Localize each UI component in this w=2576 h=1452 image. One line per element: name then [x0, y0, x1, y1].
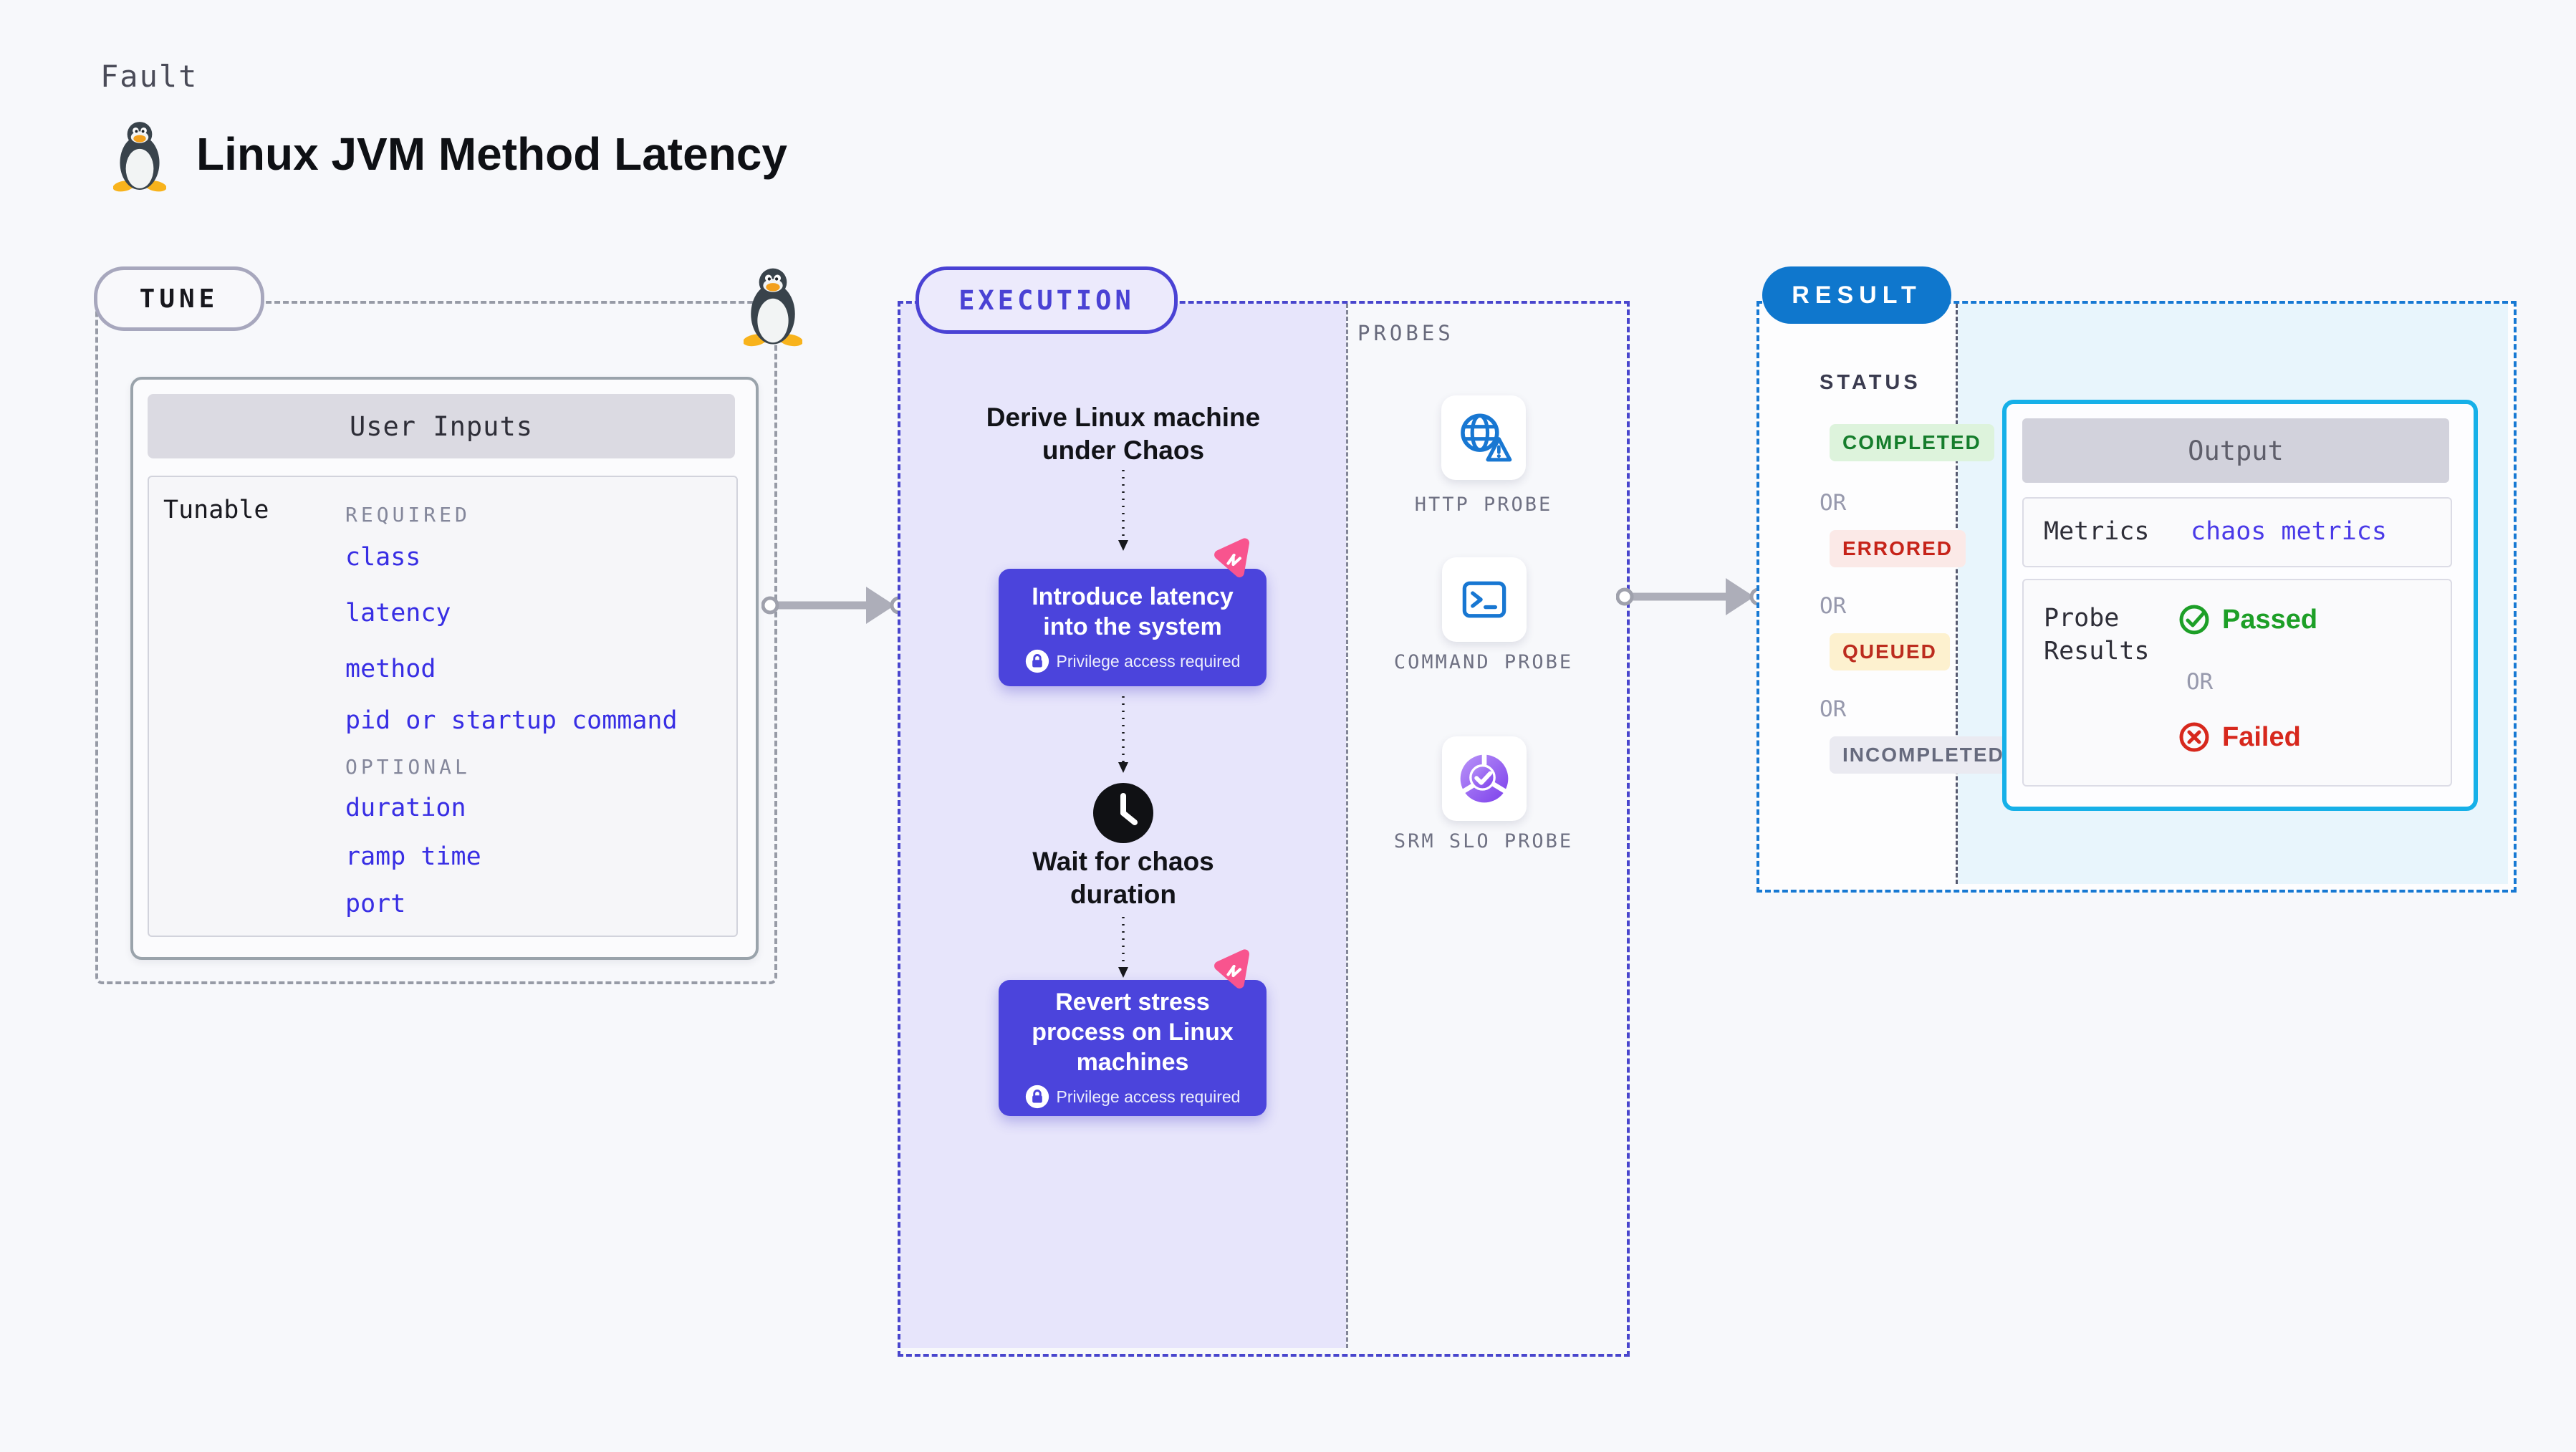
user-inputs-title: User Inputs — [148, 394, 735, 458]
tunable-item: ramp time — [345, 842, 481, 871]
privilege-note-row: Privilege access required — [1025, 1085, 1241, 1109]
tunable-item: latency — [345, 599, 451, 628]
step-title: Introduce latency into the system — [1032, 583, 1234, 640]
tunable-item: duration — [345, 794, 466, 822]
fault-kicker: Fault — [100, 59, 198, 94]
status-divider — [1956, 304, 1958, 884]
tunable-item: class — [345, 543, 421, 572]
optional-column-header: OPTIONAL — [345, 755, 471, 779]
tux-penguin-icon — [744, 268, 802, 347]
x-circle-icon — [2179, 722, 2209, 752]
command-probe-card — [1442, 557, 1527, 642]
wait-step-label: Wait for chaos duration — [1032, 847, 1214, 909]
lock-icon — [1025, 1085, 1049, 1109]
tunable-item: port — [345, 890, 406, 918]
or-separator: OR — [1820, 490, 1847, 516]
derive-step-label: Derive Linux machine under Chaos — [986, 403, 1261, 465]
privilege-note-row: Privilege access required — [1025, 649, 1241, 673]
srm-slo-probe-card — [1442, 736, 1527, 821]
failed-label: Failed — [2222, 721, 2301, 752]
passed-label: Passed — [2222, 604, 2318, 635]
status-badge-completed: COMPLETED — [1830, 424, 1994, 461]
chaos-badge-icon — [1214, 949, 1249, 989]
privilege-note: Privilege access required — [1056, 651, 1241, 670]
status-badge-incompleted: INCOMPLETED — [1830, 736, 2017, 774]
privilege-note: Privilege access required — [1056, 1087, 1241, 1106]
metrics-label: Metrics — [2044, 517, 2150, 546]
status-column-header: STATUS — [1820, 371, 1921, 394]
tunable-row-label: Tunable — [163, 496, 269, 524]
dotted-arrow-icon — [1118, 917, 1128, 978]
or-separator: OR — [1820, 593, 1847, 619]
probes-column-header: PROBES — [1357, 321, 1454, 345]
tux-penguin-icon — [113, 122, 166, 192]
failed-result: Failed — [2178, 721, 2301, 754]
result-badge: RESULT — [1762, 266, 1951, 324]
introduce-latency-step: Introduce latency into the system Privil… — [999, 569, 1267, 686]
http-probe-card — [1441, 395, 1526, 480]
page-title: Linux JVM Method Latency — [196, 128, 787, 180]
step-title: Revert stress process on Linux machines — [1032, 989, 1234, 1076]
lock-icon — [1025, 649, 1049, 673]
dotted-arrow-icon — [1118, 470, 1128, 551]
globe-alert-icon — [1461, 413, 1512, 462]
http-probe-label: HTTP PROBE — [1414, 494, 1553, 516]
output-card-title: Output — [2022, 418, 2449, 483]
slo-gauge-icon — [1460, 753, 1509, 803]
clock-icon — [1093, 783, 1153, 843]
flow-arrow — [761, 587, 908, 624]
revert-stress-step: Revert stress process on Linux machines … — [999, 980, 1267, 1116]
or-separator: OR — [1820, 696, 1847, 722]
tune-badge: TUNE — [94, 266, 264, 331]
probes-divider — [1346, 304, 1348, 1348]
required-column-header: REQUIRED — [345, 503, 471, 527]
srm-slo-probe-label: SRM SLO PROBE — [1393, 830, 1574, 852]
tunable-item: pid or startup command — [345, 706, 678, 735]
or-separator: OR — [2186, 669, 2214, 695]
command-probe-label: COMMAND PROBE — [1393, 651, 1574, 673]
dotted-arrow-icon — [1118, 696, 1128, 773]
probe-results-label: Probe Results — [2044, 604, 2150, 665]
passed-result: Passed — [2178, 603, 2317, 636]
chaos-badge-icon — [1214, 538, 1249, 577]
execution-badge: EXECUTION — [915, 266, 1178, 334]
flow-arrow — [1616, 578, 1767, 615]
terminal-icon — [1462, 581, 1506, 618]
diagram-canvas: Fault Linux JVM Method Latency TUNE User… — [0, 0, 2576, 1452]
check-circle-icon — [2179, 605, 2209, 635]
tunable-item: method — [345, 655, 436, 683]
metrics-value: chaos metrics — [2191, 517, 2387, 546]
status-badge-queued: QUEUED — [1830, 633, 1950, 670]
status-badge-errored: ERRORED — [1830, 530, 1966, 567]
